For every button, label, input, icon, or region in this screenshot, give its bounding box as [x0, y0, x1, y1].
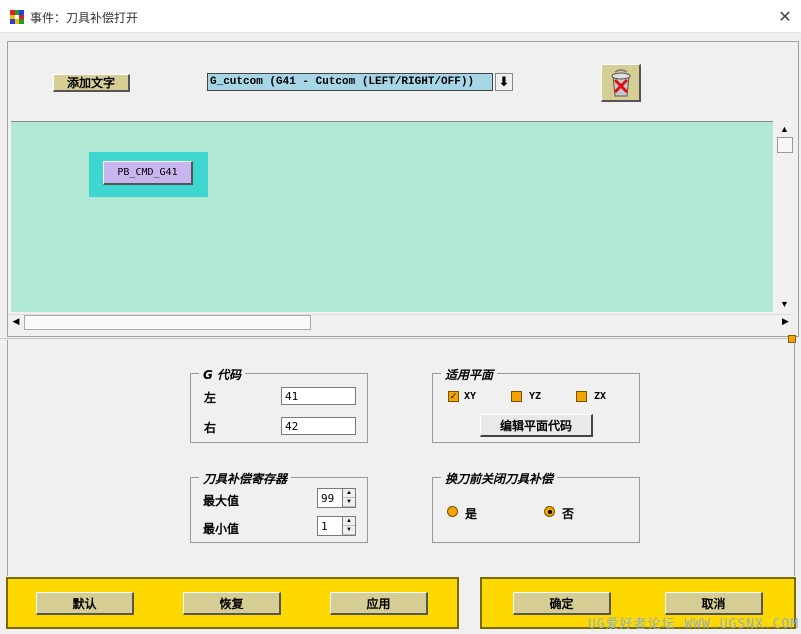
- register-max-stepper[interactable]: 99 ▲ ▼: [317, 488, 356, 508]
- register-max-input[interactable]: 99: [317, 488, 343, 508]
- trash-button[interactable]: [601, 64, 641, 102]
- horizontal-scroll-thumb[interactable]: [24, 315, 311, 330]
- plane-yz-checkbox[interactable]: [511, 391, 522, 402]
- close-icon[interactable]: ✕: [771, 4, 799, 28]
- plane-yz-label: YZ: [529, 391, 542, 402]
- register-group: 刀具补偿寄存器 最大值 99 ▲ ▼ 最小值 1 ▲ ▼: [190, 470, 368, 543]
- register-min-spin[interactable]: ▲ ▼: [343, 516, 356, 536]
- trash-icon: [611, 68, 630, 96]
- scroll-left-icon[interactable]: ◀: [9, 314, 23, 329]
- plane-xy-label: XY: [464, 391, 477, 402]
- chevron-down-icon[interactable]: ⬇: [495, 73, 513, 91]
- register-min-label: 最小值: [203, 522, 240, 536]
- register-group-title: 刀具补偿寄存器: [199, 470, 292, 487]
- event-select-value[interactable]: G_cutcom (G41 - Cutcom (LEFT/RIGHT/OFF)): [207, 73, 493, 91]
- scroll-right-icon[interactable]: ▶: [778, 314, 793, 329]
- restore-button[interactable]: 恢复: [183, 592, 281, 615]
- spin-down-icon[interactable]: ▼: [343, 526, 355, 535]
- panel-divider: [0, 338, 792, 339]
- scroll-down-icon[interactable]: ▼: [777, 296, 792, 312]
- spin-up-icon[interactable]: ▲: [343, 489, 355, 498]
- tool-change-yes-label: 是: [465, 507, 478, 521]
- cancel-button[interactable]: 取消: [665, 592, 763, 615]
- ok-button[interactable]: 确定: [513, 592, 611, 615]
- watermark-text: UG爱好者论坛 WWW.UGSNX.COM: [588, 617, 800, 632]
- register-max-label: 最大值: [203, 494, 240, 508]
- app-grid-icon: [10, 10, 24, 24]
- g-code-left-label: 左: [204, 391, 217, 405]
- vertical-scroll-thumb[interactable]: [777, 137, 793, 153]
- plane-zx-checkbox[interactable]: [576, 391, 587, 402]
- window-title: 事件：刀具补偿打开: [30, 11, 139, 25]
- default-button[interactable]: 默认: [36, 592, 134, 615]
- tool-change-yes-radio[interactable]: [447, 506, 458, 517]
- event-select[interactable]: G_cutcom (G41 - Cutcom (LEFT/RIGHT/OFF))…: [207, 72, 513, 92]
- plane-group-title: 适用平面: [441, 366, 498, 383]
- g-code-right-input[interactable]: 42: [281, 417, 356, 435]
- g-code-group: G 代码 左 41 右 42: [190, 366, 368, 443]
- g-code-left-input[interactable]: 41: [281, 387, 356, 405]
- apply-button[interactable]: 应用: [330, 592, 428, 615]
- spin-down-icon[interactable]: ▼: [343, 498, 355, 507]
- sequence-canvas[interactable]: [11, 121, 773, 312]
- g-code-right-label: 右: [204, 421, 217, 435]
- plane-zx-label: ZX: [594, 391, 607, 402]
- scroll-up-icon[interactable]: ▲: [777, 121, 792, 137]
- add-text-button[interactable]: 添加文字: [53, 74, 130, 92]
- edit-plane-code-button[interactable]: 编辑平面代码: [480, 414, 593, 437]
- tool-change-no-label: 否: [562, 507, 575, 521]
- spin-up-icon[interactable]: ▲: [343, 517, 355, 526]
- parameters-frame: [7, 340, 795, 576]
- plane-xy-checkbox[interactable]: ✓: [448, 391, 459, 402]
- g-code-group-title: G 代码: [199, 366, 246, 383]
- tool-change-group-title: 换刀前关闭刀具补偿: [441, 470, 558, 487]
- tool-change-group: 换刀前关闭刀具补偿 是 否: [432, 470, 640, 543]
- register-min-input[interactable]: 1: [317, 516, 343, 536]
- register-max-spin[interactable]: ▲ ▼: [343, 488, 356, 508]
- command-block-button[interactable]: PB_CMD_G41: [103, 161, 193, 185]
- register-min-stepper[interactable]: 1 ▲ ▼: [317, 516, 356, 536]
- radio-selected-dot: [547, 509, 552, 514]
- tool-change-no-radio[interactable]: [544, 506, 555, 517]
